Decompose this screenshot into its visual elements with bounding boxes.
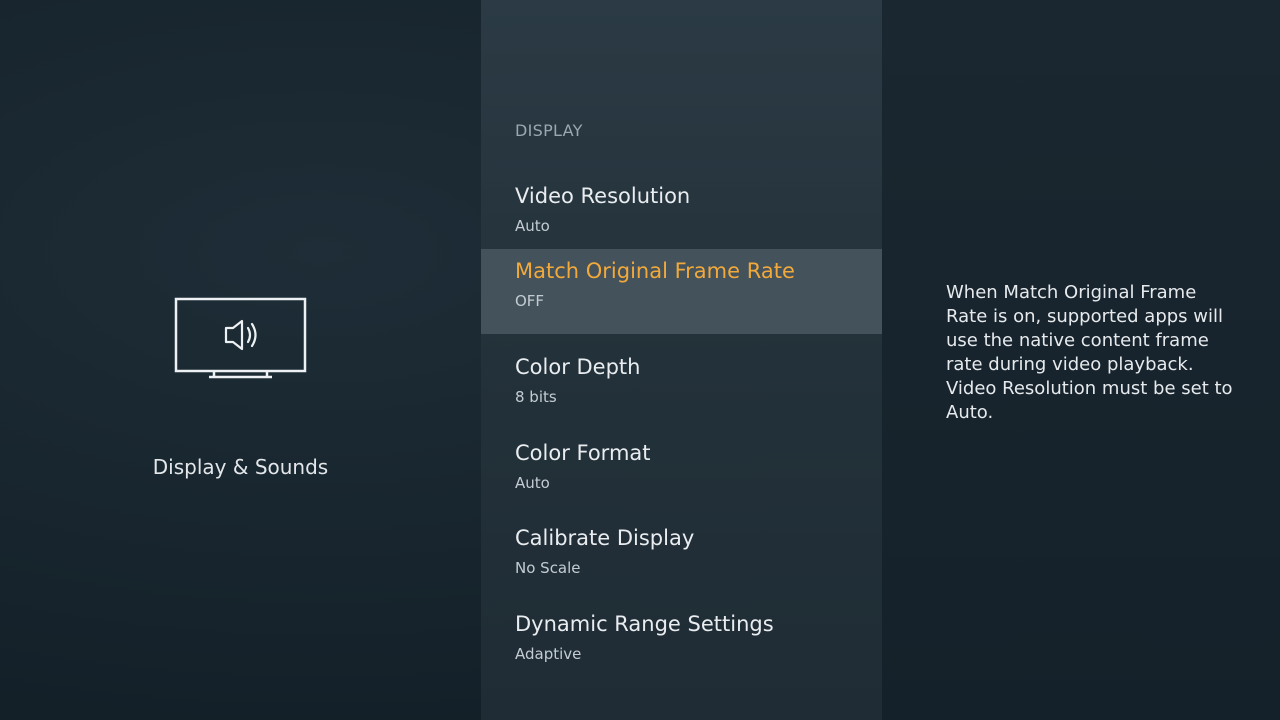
menu-item-label: Color Depth bbox=[515, 355, 641, 379]
menu-item-value: No Scale bbox=[515, 559, 581, 577]
menu-item-color-format[interactable]: Color Format Auto bbox=[481, 431, 882, 516]
menu-item-value: Auto bbox=[515, 474, 550, 492]
menu-item-color-depth[interactable]: Color Depth 8 bits bbox=[481, 345, 882, 430]
section-title: Display & Sounds bbox=[152, 455, 329, 479]
menu-item-dynamic-range-settings[interactable]: Dynamic Range Settings Adaptive bbox=[481, 602, 882, 687]
tv-speaker-icon bbox=[174, 297, 307, 379]
left-panel: Display & Sounds bbox=[0, 0, 481, 720]
menu-item-value: Adaptive bbox=[515, 645, 582, 663]
menu-item-value: OFF bbox=[515, 292, 545, 310]
description-panel: When Match Original Frame Rate is on, su… bbox=[882, 0, 1280, 720]
menu-item-value: Auto bbox=[515, 217, 550, 235]
menu-item-label: Color Format bbox=[515, 441, 651, 465]
menu-header: DISPLAY bbox=[515, 121, 583, 140]
display-menu: DISPLAY Video Resolution Auto Match Orig… bbox=[481, 0, 882, 720]
menu-item-calibrate-display[interactable]: Calibrate Display No Scale bbox=[481, 516, 882, 601]
menu-item-value: 8 bits bbox=[515, 388, 557, 406]
menu-item-label: Video Resolution bbox=[515, 184, 691, 208]
menu-item-label: Match Original Frame Rate bbox=[515, 259, 795, 283]
menu-item-label: Dynamic Range Settings bbox=[515, 612, 774, 636]
menu-item-video-resolution[interactable]: Video Resolution Auto bbox=[481, 174, 882, 259]
menu-item-label: Calibrate Display bbox=[515, 526, 695, 550]
setting-description: When Match Original Frame Rate is on, su… bbox=[946, 282, 1233, 423]
menu-item-match-original-frame-rate[interactable]: Match Original Frame Rate OFF bbox=[481, 249, 882, 334]
